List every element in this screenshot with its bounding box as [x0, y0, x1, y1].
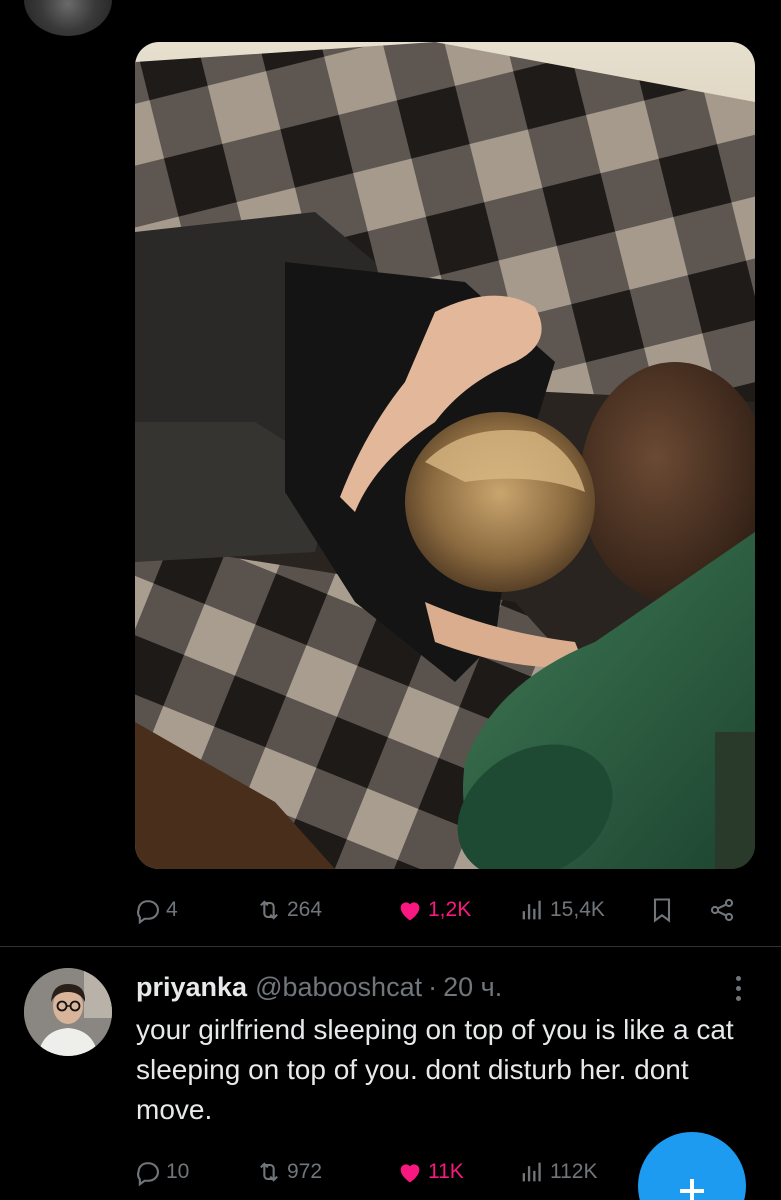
reply-button[interactable]: 4 — [134, 890, 178, 930]
reply-icon — [134, 1158, 162, 1186]
separator: · — [428, 971, 438, 1002]
compose-button[interactable] — [638, 1132, 746, 1200]
repost-button[interactable]: 972 — [255, 1152, 322, 1192]
timeline: 4 264 1,2K 15,4K priyanka @babooshcat · … — [0, 0, 781, 1200]
reply-author-handle[interactable]: @babooshcat — [255, 972, 422, 1003]
tweet-actions: 4 264 1,2K 15,4K — [134, 890, 744, 930]
views-icon — [518, 896, 546, 924]
heart-icon — [396, 896, 424, 924]
share-icon — [708, 896, 736, 924]
more-dot — [735, 975, 741, 981]
heart-icon — [396, 1158, 424, 1186]
views-icon — [518, 1158, 546, 1186]
bookmark-icon — [648, 896, 676, 924]
reply-count: 10 — [166, 1160, 190, 1183]
more-options-button[interactable] — [726, 970, 750, 1006]
views-count: 15,4K — [550, 898, 605, 921]
more-dot — [735, 995, 741, 1001]
like-button[interactable]: 11K — [396, 1152, 464, 1192]
reply-count: 4 — [166, 898, 178, 921]
plus-icon — [677, 1132, 707, 1200]
share-button[interactable] — [708, 890, 736, 930]
tweet-photo[interactable] — [135, 42, 755, 869]
reply-author-name[interactable]: priyanka — [136, 972, 247, 1003]
reply-avatar[interactable] — [24, 968, 112, 1056]
bookmark-button[interactable] — [648, 890, 676, 930]
author-avatar[interactable] — [24, 0, 112, 36]
repost-count: 264 — [287, 898, 323, 921]
more-dot — [735, 985, 741, 991]
repost-button[interactable]: 264 — [255, 890, 322, 930]
like-button[interactable]: 1,2K — [396, 890, 471, 930]
divider — [0, 946, 781, 947]
views-count: 112K — [550, 1160, 598, 1183]
views-button[interactable]: 15,4K — [518, 890, 605, 930]
reply-text: your girlfriend sleeping on top of you i… — [136, 1014, 734, 1125]
repost-icon — [255, 1158, 283, 1186]
views-button[interactable]: 112K — [518, 1152, 598, 1192]
repost-count: 972 — [287, 1160, 323, 1183]
like-count: 11K — [428, 1160, 464, 1183]
reply-header: priyanka @babooshcat · 20 ч. — [136, 967, 502, 1007]
reply-icon — [134, 896, 162, 924]
like-count: 1,2K — [428, 898, 472, 921]
reply-timestamp[interactable]: 20 ч. — [443, 972, 502, 1003]
reply-button[interactable]: 10 — [134, 1152, 189, 1192]
reply-tweet-actions: 10 972 11K 112K — [134, 1152, 614, 1192]
repost-icon — [255, 896, 283, 924]
